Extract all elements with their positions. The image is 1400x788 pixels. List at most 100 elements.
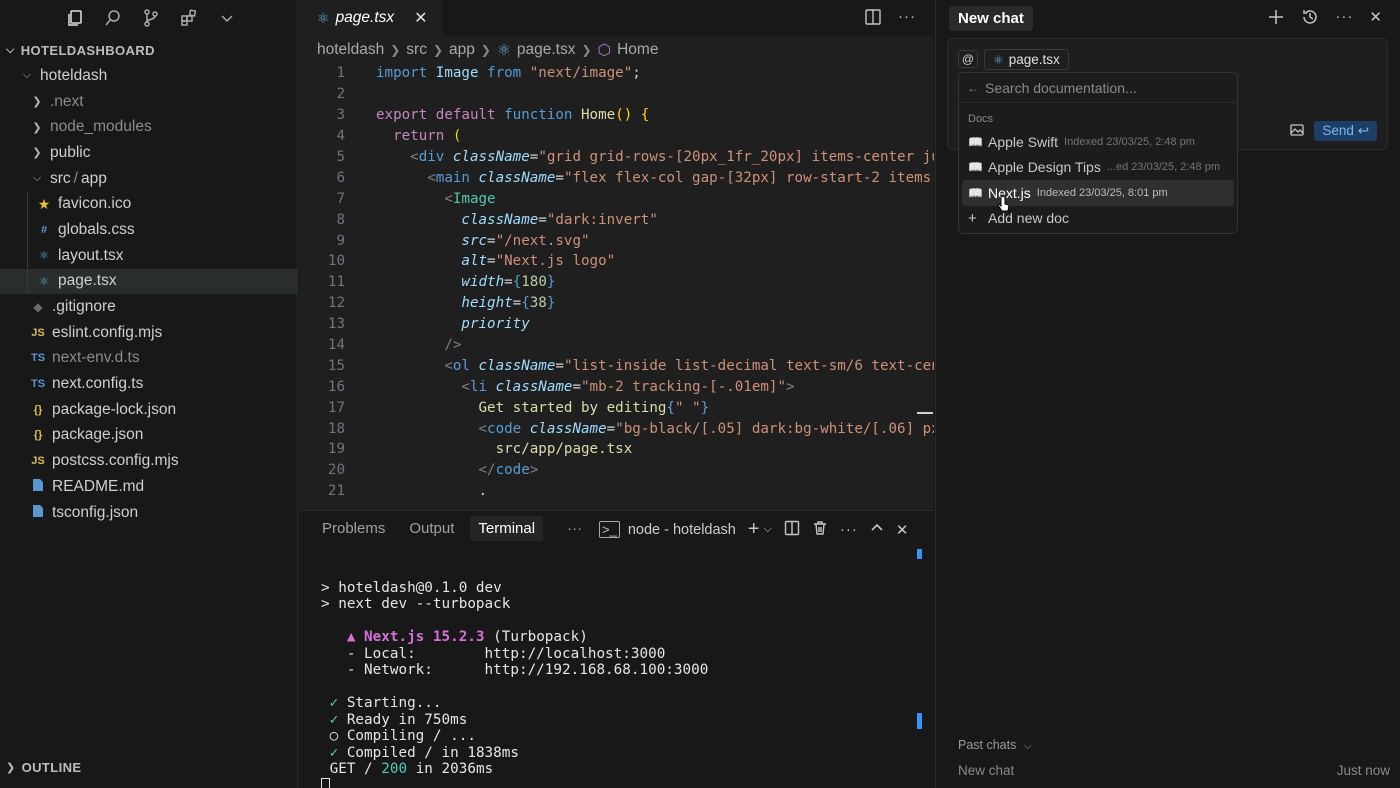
split-editor-icon[interactable]: [864, 8, 882, 30]
code-token: >: [529, 462, 539, 479]
more-tabs-icon[interactable]: ···: [567, 520, 582, 537]
code-token: "bg-black/[.05] dark:bg-white/[.06] px-: [615, 420, 934, 437]
editor-tab-bar: ⚛ page.tsx ✕ ···: [299, 0, 934, 36]
back-arrow-icon[interactable]: ←: [967, 81, 979, 95]
file-item-postcss-config-mjs[interactable]: JS postcss.config.mjs: [0, 448, 298, 474]
close-icon[interactable]: ✕: [1369, 8, 1382, 30]
code-token: />: [444, 337, 462, 354]
tab-problems[interactable]: Problems: [322, 520, 385, 537]
chat-title-tab[interactable]: New chat: [949, 5, 1033, 31]
file-item-page-tsx[interactable]: ⚛ page.tsx: [0, 268, 298, 295]
terminal-name[interactable]: node - hoteldash: [628, 522, 736, 538]
breadcrumb-item[interactable]: app: [449, 41, 475, 59]
tab-terminal[interactable]: Terminal: [470, 515, 544, 541]
item-label: app: [80, 169, 107, 187]
code-token: Home: [581, 107, 616, 124]
breadcrumb-item[interactable]: Home: [617, 41, 658, 59]
terminal-output[interactable]: > hoteldash@0.1.0 dev > next dev --turbop…: [321, 563, 708, 788]
new-chat-icon[interactable]: [1267, 8, 1285, 30]
workspace-header[interactable]: ⌵ HOTELDASHBOARD: [0, 41, 298, 59]
files-icon[interactable]: [66, 9, 84, 27]
outline-header[interactable]: ❯ OUTLINE: [0, 758, 298, 776]
tab-output[interactable]: Output: [409, 520, 454, 537]
breadcrumb-item[interactable]: src: [406, 41, 427, 59]
chat-header: New chat ··· ✕: [936, 0, 1400, 36]
chevron-right-icon: ❯: [32, 96, 42, 109]
tab-label: page.tsx: [335, 9, 395, 26]
context-file-chip[interactable]: ⚛ page.tsx: [984, 49, 1069, 70]
file-item-tsconfig-json[interactable]: tsconfig.json: [0, 500, 298, 526]
folder-item-next[interactable]: ❯ .next: [0, 89, 298, 115]
breadcrumb-item[interactable]: hoteldash: [317, 41, 384, 59]
doc-search-input[interactable]: ← Search documentation...: [959, 73, 1237, 103]
code-token: li: [469, 378, 496, 395]
past-chat-item[interactable]: New chat Just now: [958, 763, 1390, 778]
code-line: 3 export default function Home() {: [299, 105, 934, 126]
terminal-line: ▲ Next.js 15.2.3 (Turbopack): [321, 629, 708, 646]
past-chats-toggle[interactable]: Past chats ⌵: [958, 738, 1031, 752]
code-token: () {: [615, 107, 650, 124]
more-actions-icon[interactable]: ···: [898, 8, 916, 30]
code-token: Get started by editing: [478, 399, 667, 416]
folder-item-public[interactable]: ❯ public: [0, 140, 298, 166]
chevron-right-icon: ❯: [390, 43, 401, 57]
markdown-file-icon: [30, 478, 46, 495]
file-item-package-json[interactable]: {} package.json: [0, 423, 298, 449]
file-item-globals-css[interactable]: # globals.css: [0, 217, 298, 243]
trash-icon[interactable]: [812, 520, 828, 540]
chevron-down-icon[interactable]: ⌵: [764, 523, 772, 536]
chevron-down-icon[interactable]: [218, 9, 236, 27]
new-terminal-icon[interactable]: +: [748, 518, 760, 541]
doc-item-apple-swift[interactable]: 📖 Apple Swift Indexed 23/03/25, 2:48 pm: [959, 129, 1237, 155]
source-control-icon[interactable]: [142, 9, 160, 27]
search-icon[interactable]: [104, 9, 122, 27]
folder-item-src[interactable]: ⌵ src / app: [0, 166, 298, 192]
terminal-text: Ready in 750ms: [338, 711, 468, 728]
tab-page-tsx[interactable]: ⚛ page.tsx ✕: [299, 0, 442, 36]
chevron-right-icon: ❯: [6, 761, 16, 774]
doc-item-apple-design-tips[interactable]: 📖 Apple Design Tips ...ed 23/03/25, 2:48 p…: [959, 155, 1237, 181]
code-token: <: [444, 190, 453, 207]
file-item-next-config-ts[interactable]: TS next.config.ts: [0, 371, 298, 397]
file-item-eslint-config-mjs[interactable]: JS eslint.config.mjs: [0, 320, 298, 346]
close-icon[interactable]: ✕: [414, 8, 427, 28]
terminal-text: > next dev --turbopack: [321, 596, 511, 612]
folder-item-node-modules[interactable]: ❯ node_modules: [0, 114, 298, 140]
mention-button[interactable]: @: [958, 50, 978, 68]
react-file-icon: ⚛: [993, 52, 1004, 67]
item-label: .next: [50, 92, 84, 110]
file-item-next-env-d-ts[interactable]: TS next-env.d.ts: [0, 346, 298, 372]
code-token: =: [512, 295, 522, 312]
maximize-panel-icon[interactable]: [870, 521, 884, 539]
line-number: 12: [327, 295, 345, 312]
terminal-prompt[interactable]: [321, 778, 708, 788]
file-item-favicon-ico[interactable]: ★ favicon.ico: [0, 191, 298, 218]
react-file-icon: ⚛: [317, 9, 330, 26]
more-actions-icon[interactable]: ···: [1335, 8, 1353, 30]
file-item-gitignore[interactable]: ◆ .gitignore: [0, 294, 298, 320]
code-line: 20 </code>: [299, 460, 934, 481]
line-number: 14: [327, 337, 345, 354]
more-actions-icon[interactable]: ···: [840, 521, 858, 538]
code-token: div: [418, 149, 453, 165]
send-button[interactable]: Send ↩: [1314, 121, 1377, 141]
code-line: 13 priority: [299, 314, 934, 335]
file-item-package-lock-json[interactable]: {} package-lock.json: [0, 397, 298, 423]
item-label: favicon.ico: [58, 195, 132, 213]
split-terminal-icon[interactable]: [784, 520, 800, 540]
folder-item-hoteldash[interactable]: ⌵ hoteldash: [0, 63, 298, 89]
history-icon[interactable]: [1301, 8, 1319, 30]
code-token: 38: [529, 295, 547, 312]
code-editor[interactable]: 1 import Image from "next/image"; 2 3 export…: [299, 63, 934, 502]
code-token: className: [478, 357, 556, 374]
item-label: package.json: [52, 426, 144, 444]
image-icon[interactable]: [1290, 123, 1305, 140]
file-item-readme-md[interactable]: README.md: [0, 474, 298, 500]
breadcrumb-item[interactable]: page.tsx: [517, 41, 576, 59]
code-token: <: [444, 357, 453, 374]
file-item-layout-tsx[interactable]: ⚛ layout.tsx: [0, 242, 298, 269]
close-panel-icon[interactable]: ✕: [896, 521, 909, 539]
extensions-icon[interactable]: [180, 9, 198, 27]
